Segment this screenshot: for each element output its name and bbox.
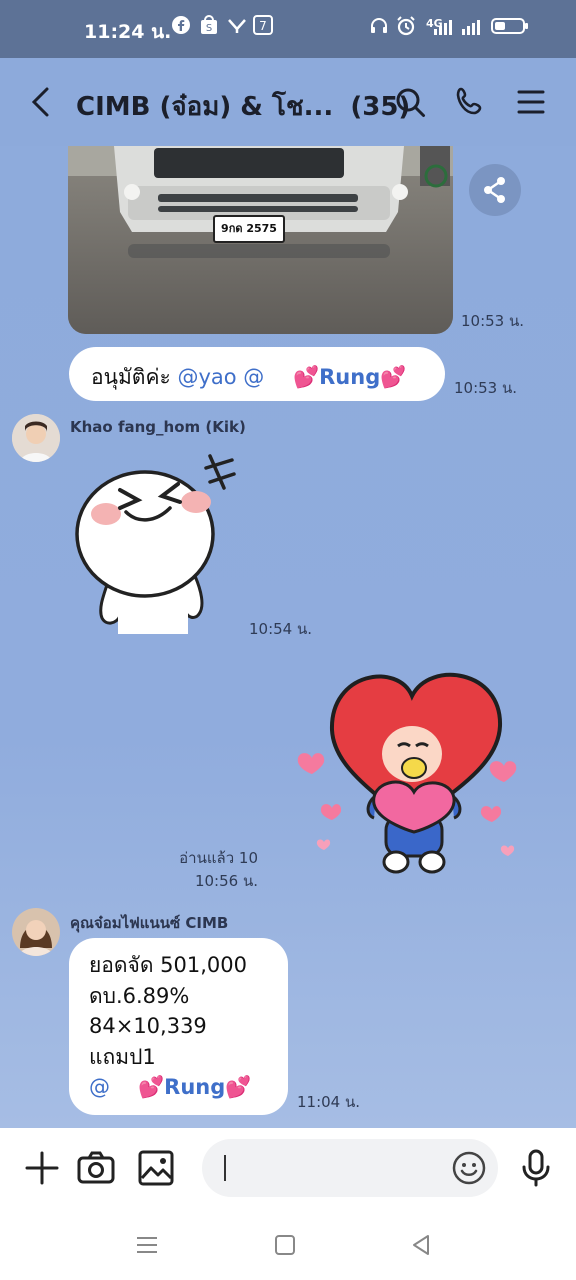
message-line: 84×10,339 <box>89 1014 207 1038</box>
facebook-icon <box>170 15 192 37</box>
sticker-heart-character <box>297 672 517 874</box>
notification-icon <box>226 15 248 37</box>
menu-icon <box>517 90 545 114</box>
plus-icon <box>25 1151 59 1185</box>
mention-name[interactable]: Rung <box>319 365 380 389</box>
message-line: ดบ.6.89% <box>89 983 190 1008</box>
signal-icon-2 <box>460 15 482 37</box>
gallery-button[interactable] <box>134 1146 178 1190</box>
message-time: 11:04 น. <box>297 1093 361 1111</box>
heart-emoji-icon: 💕 <box>225 1075 252 1099</box>
call-button[interactable] <box>448 80 492 124</box>
sticker-message[interactable] <box>292 666 537 886</box>
mention-name[interactable]: Rung <box>164 1075 225 1099</box>
read-receipt: อ่านแล้ว 10 <box>179 849 258 867</box>
nav-back-button[interactable] <box>406 1230 436 1260</box>
emoji-icon <box>452 1151 486 1185</box>
svg-text:S: S <box>206 23 212 34</box>
chat-header: CIMB (จ๋อม) & โช... (35) <box>0 58 576 146</box>
add-button[interactable] <box>20 1146 64 1190</box>
message-time: 10:53 น. <box>461 312 525 330</box>
mention-link[interactable]: @ <box>89 1075 110 1099</box>
message-bubble[interactable]: ยอดจัด 501,000 ดบ.6.89% 84×10,339 แถมป1 … <box>69 938 288 1115</box>
share-icon <box>484 177 505 203</box>
image-icon <box>138 1150 174 1186</box>
chat-area[interactable]: 9กด 2575 10:53 น. อนุมัติค่ะ @yao @ 💕Run… <box>0 146 576 1128</box>
share-button[interactable] <box>469 164 521 216</box>
sticker-message[interactable] <box>70 448 245 638</box>
heart-emoji-icon: 💕 <box>292 365 320 389</box>
license-plate: 9กด 2575 <box>221 222 277 235</box>
sender-name: Khao fang_hom (Kik) <box>70 418 246 436</box>
heart-emoji-icon: 💕 <box>138 1075 165 1099</box>
camera-icon <box>77 1151 115 1184</box>
group-name: CIMB (จ๋อม) & โช... <box>76 92 334 122</box>
message-text-prefix: อนุมัติค่ะ <box>91 365 178 389</box>
car-photo: 9กด 2575 <box>68 146 453 334</box>
emoji-button[interactable] <box>450 1149 488 1187</box>
alarm-icon <box>395 15 417 37</box>
status-bar: 11:24 น. S 7 4G <box>0 0 576 58</box>
mention-link[interactable]: @ <box>243 365 264 389</box>
message-time: 10:53 น. <box>454 379 518 397</box>
sender-name: คุณจ๋อมไฟแนนซ์ CIMB <box>70 914 229 932</box>
sticker-laughing-face <box>75 454 236 634</box>
avatar[interactable] <box>12 414 60 462</box>
message-line: ยอดจัด 501,000 <box>89 953 248 977</box>
voice-button[interactable] <box>514 1146 558 1190</box>
system-nav-bar <box>0 1208 576 1280</box>
battery-icon <box>490 15 530 37</box>
app-icon: 7 <box>252 15 274 37</box>
shopping-icon: S <box>198 15 220 37</box>
message-text: ยอดจัด 501,000 ดบ.6.89% 84×10,339 แถมป1 … <box>89 950 251 1103</box>
message-composer <box>0 1128 576 1208</box>
back-button[interactable] <box>20 80 64 124</box>
message-input[interactable] <box>202 1139 498 1197</box>
svg-text:7: 7 <box>259 19 267 33</box>
phone-icon <box>456 87 482 115</box>
home-button[interactable] <box>270 1230 300 1260</box>
mic-icon <box>522 1149 550 1187</box>
headphones-icon <box>368 15 390 37</box>
mention-line: @ 💕Rung💕 <box>89 1072 251 1103</box>
menu-button[interactable] <box>508 80 552 124</box>
message-text: อนุมัติค่ะ @yao @ 💕Rung💕 <box>91 361 406 394</box>
profile-photo <box>12 414 60 462</box>
signal-icon <box>432 15 454 37</box>
photo-message[interactable]: 9กด 2575 <box>68 146 453 334</box>
heart-emoji-icon: 💕 <box>380 365 407 389</box>
home-square-icon <box>275 1235 295 1255</box>
message-bubble[interactable]: อนุมัติค่ะ @yao @ 💕Rung💕 <box>69 347 445 401</box>
back-triangle-icon <box>413 1235 429 1255</box>
search-button[interactable] <box>388 80 432 124</box>
message-line: แถมป1 <box>89 1044 156 1069</box>
camera-button[interactable] <box>74 1146 118 1190</box>
text-cursor <box>224 1155 226 1181</box>
profile-photo <box>12 908 60 956</box>
message-time: 10:56 น. <box>194 872 258 890</box>
recent-apps-button[interactable] <box>132 1230 162 1260</box>
chat-title[interactable]: CIMB (จ๋อม) & โช... (35) <box>76 86 410 127</box>
menu-lines-icon <box>137 1237 157 1253</box>
avatar[interactable] <box>12 908 60 956</box>
status-time: 11:24 น. <box>84 21 172 43</box>
mention-link[interactable]: @yao <box>177 365 236 389</box>
search-icon <box>396 88 425 117</box>
back-icon <box>31 87 49 117</box>
message-time: 10:54 น. <box>249 620 313 638</box>
